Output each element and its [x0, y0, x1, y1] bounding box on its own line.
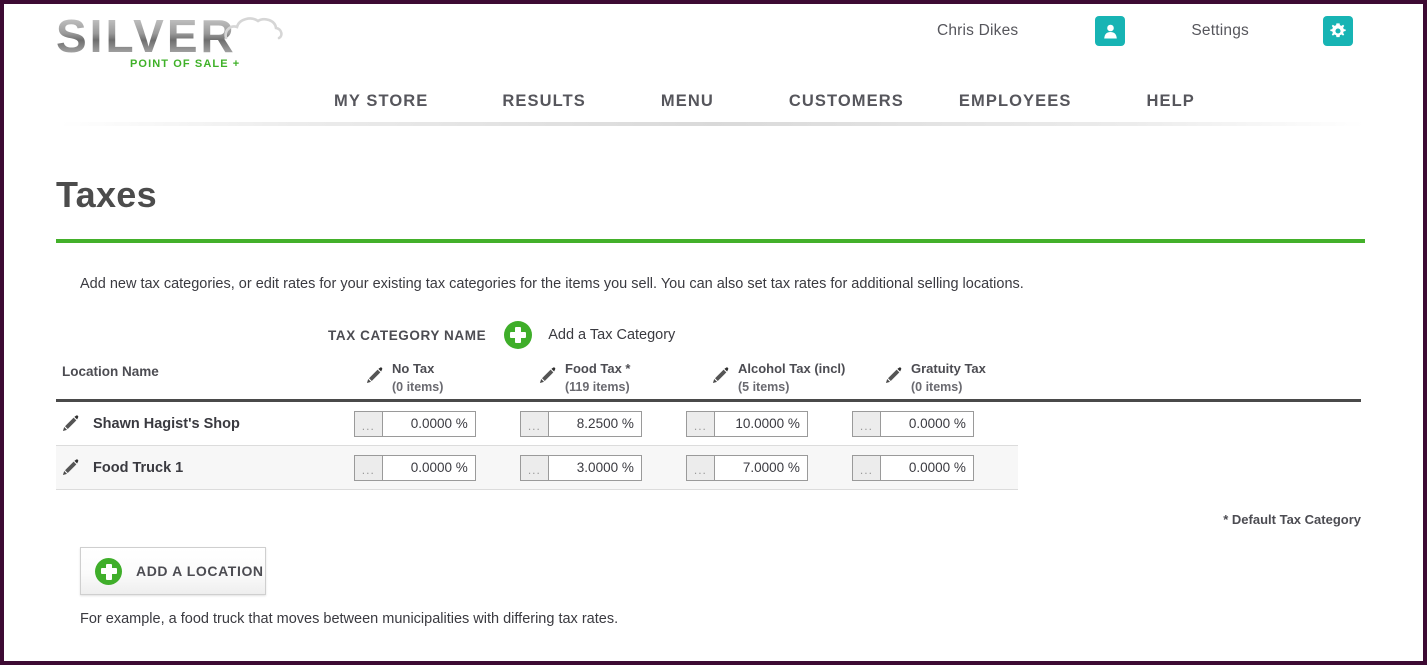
- column-header-location: Location Name: [62, 364, 159, 379]
- nav-item-results[interactable]: RESULTS: [502, 92, 585, 111]
- location-name: Shawn Hagist's Shop: [93, 415, 240, 432]
- tax-table: Location Name No Tax (0 items) Food Tax …: [56, 360, 1361, 490]
- rate-cell-food-tax: ... 8.2500 %: [519, 410, 686, 437]
- rate-control[interactable]: ... 0.0000 %: [851, 454, 974, 481]
- rate-options-button[interactable]: ...: [686, 455, 715, 480]
- column-name: Gratuity Tax: [911, 361, 986, 376]
- add-tax-category-row: TAX CATEGORY NAME Add a Tax Category: [328, 318, 1365, 352]
- gear-icon[interactable]: [1323, 16, 1353, 46]
- title-underline: [56, 239, 1365, 243]
- nav-item-customers[interactable]: CUSTOMERS: [789, 92, 904, 111]
- rate-control[interactable]: ... 10.0000 %: [685, 410, 808, 437]
- pencil-icon[interactable]: [62, 415, 79, 432]
- rate-cell-gratuity-tax: ... 0.0000 %: [851, 454, 1018, 481]
- pencil-icon[interactable]: [885, 367, 902, 384]
- tax-category-name-label: TAX CATEGORY NAME: [328, 327, 487, 343]
- column-header-alcohol-tax: Alcohol Tax (incl) (5 items): [712, 361, 885, 399]
- add-location-label: ADD A LOCATION: [136, 563, 264, 579]
- plus-circle-icon: [95, 557, 122, 585]
- rate-value[interactable]: 10.0000 %: [715, 412, 807, 436]
- column-count: (5 items): [738, 380, 790, 394]
- rate-options-button[interactable]: ...: [852, 411, 881, 436]
- account-area: Chris Dikes Settings: [937, 16, 1353, 46]
- nav-item-my-store[interactable]: MY STORE: [334, 92, 428, 111]
- gear-glyph: [1330, 23, 1346, 38]
- rate-cell-food-tax: ... 3.0000 %: [519, 454, 686, 481]
- nav-divider: [60, 122, 1365, 126]
- nav-item-help[interactable]: HELP: [1146, 92, 1194, 111]
- table-row: Food Truck 1 ... 0.0000 % ... 3.0000 % .…: [56, 446, 1018, 490]
- table-header-row: Location Name No Tax (0 items) Food Tax …: [56, 360, 1361, 402]
- pencil-icon[interactable]: [62, 459, 79, 476]
- user-icon[interactable]: [1095, 16, 1126, 46]
- rate-value[interactable]: 0.0000 %: [881, 412, 973, 436]
- column-name: No Tax: [392, 361, 435, 376]
- rate-control[interactable]: ... 3.0000 %: [519, 454, 642, 481]
- location-name: Food Truck 1: [93, 459, 184, 476]
- user-glyph: [1104, 24, 1117, 38]
- column-count: (119 items): [565, 380, 630, 394]
- location-cell: Food Truck 1: [56, 459, 354, 476]
- rate-value[interactable]: 7.0000 %: [715, 456, 807, 480]
- table-row: Shawn Hagist's Shop ... 0.0000 % ... 8.2…: [56, 402, 1018, 446]
- rate-cell-alcohol-tax: ... 10.0000 %: [685, 410, 852, 437]
- rate-control[interactable]: ... 7.0000 %: [685, 454, 808, 481]
- cloud-icon: [224, 17, 283, 40]
- column-header-gratuity-tax: Gratuity Tax (0 items): [885, 361, 1058, 399]
- rate-control[interactable]: ... 0.0000 %: [353, 454, 476, 481]
- app-window: SILVER POINT OF SALE + Chris Dikes Setti…: [0, 0, 1427, 665]
- settings-label[interactable]: Settings: [1191, 22, 1249, 40]
- rate-cell-alcohol-tax: ... 7.0000 %: [685, 454, 852, 481]
- rate-control[interactable]: ... 0.0000 %: [353, 410, 476, 437]
- rate-control[interactable]: ... 8.2500 %: [519, 410, 642, 437]
- page-title: Taxes: [56, 174, 157, 215]
- column-header-no-tax: No Tax (0 items): [366, 361, 539, 399]
- nav-item-employees[interactable]: EMPLOYEES: [959, 92, 1072, 111]
- rate-value[interactable]: 3.0000 %: [549, 456, 641, 480]
- rate-cell-no-tax: ... 0.0000 %: [353, 454, 520, 481]
- rate-value[interactable]: 8.2500 %: [549, 412, 641, 436]
- plus-circle-icon[interactable]: [504, 321, 533, 349]
- rate-options-button[interactable]: ...: [686, 411, 715, 436]
- rate-options-button[interactable]: ...: [354, 411, 383, 436]
- column-count: (0 items): [911, 380, 963, 394]
- user-name[interactable]: Chris Dikes: [937, 22, 1018, 40]
- page-content: Taxes Add new tax categories, or edit ra…: [4, 126, 1423, 627]
- pencil-icon[interactable]: [539, 367, 556, 384]
- top-bar: SILVER POINT OF SALE + Chris Dikes Setti…: [4, 4, 1423, 76]
- column-header-food-tax: Food Tax * (119 items): [539, 361, 712, 399]
- rate-options-button[interactable]: ...: [354, 455, 383, 480]
- rate-control[interactable]: ... 0.0000 %: [851, 410, 974, 437]
- rate-options-button[interactable]: ...: [520, 411, 549, 436]
- pencil-icon[interactable]: [366, 367, 383, 384]
- rate-cell-no-tax: ... 0.0000 %: [353, 410, 520, 437]
- rate-options-button[interactable]: ...: [520, 455, 549, 480]
- rate-value[interactable]: 0.0000 %: [881, 456, 973, 480]
- column-name: Alcohol Tax (incl): [738, 361, 846, 376]
- example-text: For example, a food truck that moves bet…: [80, 611, 619, 627]
- logo-tagline: POINT OF SALE +: [130, 58, 241, 70]
- add-tax-category-label[interactable]: Add a Tax Category: [548, 327, 675, 343]
- rate-cell-gratuity-tax: ... 0.0000 %: [851, 410, 1018, 437]
- nav-item-menu[interactable]: MENU: [661, 92, 714, 111]
- location-cell: Shawn Hagist's Shop: [56, 415, 354, 432]
- main-navigation: MY STORE RESULTS MENU CUSTOMERS EMPLOYEE…: [4, 76, 1423, 126]
- brand-logo[interactable]: SILVER POINT OF SALE +: [52, 10, 292, 76]
- pencil-icon[interactable]: [712, 367, 729, 384]
- column-name: Food Tax *: [565, 361, 631, 376]
- rate-value[interactable]: 0.0000 %: [383, 412, 475, 436]
- rate-value[interactable]: 0.0000 %: [383, 456, 475, 480]
- rate-options-button[interactable]: ...: [852, 455, 881, 480]
- default-tax-category-note: * Default Tax Category: [1223, 512, 1361, 527]
- column-count: (0 items): [392, 380, 444, 394]
- intro-text: Add new tax categories, or edit rates fo…: [80, 276, 1024, 292]
- add-location-button[interactable]: ADD A LOCATION: [80, 547, 266, 595]
